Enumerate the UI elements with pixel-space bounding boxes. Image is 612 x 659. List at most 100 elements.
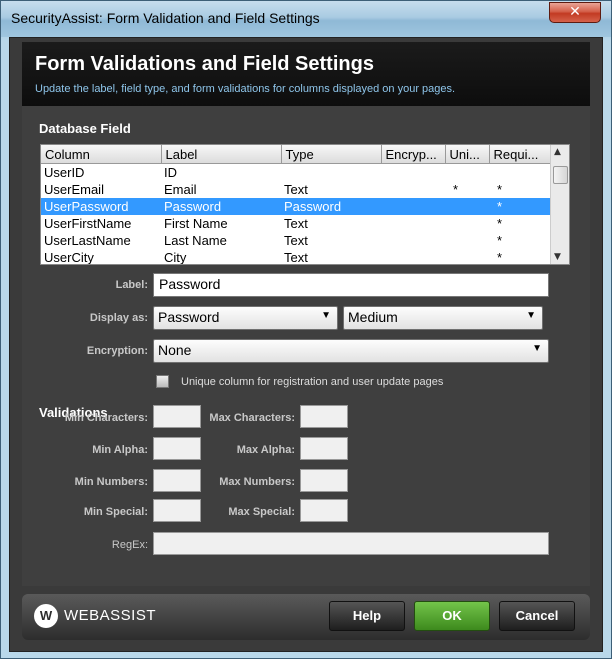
cell-unique <box>445 198 489 215</box>
window-title: SecurityAssist: Form Validation and Fiel… <box>11 10 320 26</box>
cell-label: Last Name <box>164 233 227 248</box>
dialog-body: Database Field Column Label Type Encryp.… <box>22 106 590 586</box>
dialog-header: Form Validations and Field Settings Upda… <box>22 42 590 106</box>
max-numbers-input[interactable] <box>300 469 348 492</box>
dialog-window: SecurityAssist: Form Validation and Fiel… <box>0 0 612 659</box>
min-numbers-input[interactable] <box>153 469 201 492</box>
column-header-column[interactable]: Column <box>41 145 162 164</box>
cell-required: * <box>497 233 503 248</box>
min-special-input[interactable] <box>153 499 201 522</box>
scroll-up-icon[interactable]: ▲ <box>554 147 561 157</box>
cell-required: * <box>489 198 551 215</box>
database-field-grid[interactable]: Column Label Type Encryp... Uni... Requi… <box>40 144 570 265</box>
cell-column: UserEmail <box>44 182 104 197</box>
cell-unique <box>445 164 489 182</box>
cell-type: Text <box>284 250 308 265</box>
scroll-thumb[interactable] <box>553 166 568 184</box>
cell-type: Text <box>284 233 308 248</box>
min-characters-caption: Min Characters: <box>64 412 148 424</box>
cell-unique <box>445 232 489 249</box>
field-table: Column Label Type Encryp... Uni... Requi… <box>41 145 552 265</box>
max-characters-input[interactable] <box>300 405 348 428</box>
cell-column: UserPassword <box>41 198 161 215</box>
regex-caption: RegEx: <box>111 539 148 551</box>
page-title: Form Validations and Field Settings <box>35 53 374 75</box>
min-alpha-caption: Min Alpha: <box>92 444 148 456</box>
cell-required: * <box>497 216 503 231</box>
dialog-client: Form Validations and Field Settings Upda… <box>9 37 603 652</box>
display-as-caption: Display as: <box>89 312 148 324</box>
regex-input[interactable] <box>153 532 549 555</box>
table-row[interactable]: UserEmail Email Text * * <box>41 181 551 198</box>
column-header-type[interactable]: Type <box>281 145 382 164</box>
cell-encryption <box>381 232 445 249</box>
column-header-required[interactable]: Requi... <box>489 145 552 164</box>
cell-label: City <box>164 250 187 265</box>
max-characters-caption: Max Characters: <box>209 412 295 424</box>
table-header-row: Column Label Type Encryp... Uni... Requi… <box>41 145 552 164</box>
close-icon: ✕ <box>569 4 581 20</box>
cell-label: First Name <box>164 216 228 231</box>
cell-type: Password <box>281 198 381 215</box>
help-button[interactable]: Help <box>329 601 405 631</box>
scroll-down-icon[interactable]: ▼ <box>554 252 561 262</box>
cell-unique <box>445 249 489 264</box>
display-as-select[interactable]: Password ▼ <box>153 306 338 330</box>
cell-unique <box>445 215 489 232</box>
title-bar[interactable]: SecurityAssist: Form Validation and Fiel… <box>1 1 611 37</box>
min-special-caption: Min Special: <box>83 506 148 518</box>
label-input[interactable]: Password <box>153 273 549 297</box>
database-field-heading: Database Field <box>39 121 131 136</box>
cell-encryption <box>381 164 445 182</box>
display-as-value: Password <box>158 309 220 325</box>
cell-encryption <box>381 181 445 198</box>
table-row[interactable]: UserFirstName First Name Text * <box>41 215 551 232</box>
chevron-down-icon: ▼ <box>321 310 331 321</box>
page-subtitle: Update the label, field type, and form v… <box>35 83 456 95</box>
cell-required: * <box>497 250 503 265</box>
column-header-unique[interactable]: Uni... <box>445 145 490 164</box>
close-button[interactable]: ✕ <box>549 2 601 23</box>
cell-type: Text <box>284 182 308 197</box>
display-size-select[interactable]: Medium ▼ <box>343 306 543 330</box>
cell-label: Email <box>164 182 197 197</box>
unique-checkbox[interactable] <box>156 375 169 388</box>
encryption-value: None <box>158 342 192 358</box>
cell-type <box>281 164 381 182</box>
webassist-logo-text: WEBASSIST <box>64 607 157 624</box>
display-size-value: Medium <box>348 309 398 325</box>
label-caption: Label: <box>115 279 148 291</box>
cancel-button[interactable]: Cancel <box>499 601 575 631</box>
cell-column: UserID <box>44 165 85 180</box>
encryption-select[interactable]: None ▼ <box>153 339 549 363</box>
column-header-label[interactable]: Label <box>161 145 282 164</box>
webassist-logo-icon: W <box>34 604 58 628</box>
unique-checkbox-label: Unique column for registration and user … <box>181 376 444 388</box>
table-row[interactable]: UserCity City Text * <box>41 249 551 265</box>
cell-encryption <box>381 249 445 264</box>
cell-column: UserLastName <box>44 233 131 248</box>
cell-column: UserCity <box>44 250 94 265</box>
chevron-down-icon: ▼ <box>526 310 536 321</box>
dialog-footer: W WEBASSIST Help OK Cancel <box>22 594 590 640</box>
grid-scrollbar[interactable]: ▲ ▼ <box>550 145 569 264</box>
max-numbers-caption: Max Numbers: <box>219 476 295 488</box>
encryption-caption: Encryption: <box>86 345 148 357</box>
cell-required <box>489 164 551 182</box>
cell-column: UserFirstName <box>44 216 132 231</box>
min-alpha-input[interactable] <box>153 437 201 460</box>
min-characters-input[interactable] <box>153 405 201 428</box>
max-alpha-caption: Max Alpha: <box>236 444 295 456</box>
min-numbers-caption: Min Numbers: <box>74 476 148 488</box>
ok-button[interactable]: OK <box>414 601 490 631</box>
table-row[interactable]: UserID ID <box>41 164 551 182</box>
cell-label: Password <box>161 198 281 215</box>
cell-unique: * <box>453 182 459 197</box>
max-alpha-input[interactable] <box>300 437 348 460</box>
table-row-selected[interactable]: UserPassword Password Password * <box>41 198 551 215</box>
cell-required: * <box>497 182 503 197</box>
max-special-input[interactable] <box>300 499 348 522</box>
table-row[interactable]: UserLastName Last Name Text * <box>41 232 551 249</box>
column-header-encryption[interactable]: Encryp... <box>381 145 446 164</box>
chevron-down-icon: ▼ <box>532 343 542 354</box>
